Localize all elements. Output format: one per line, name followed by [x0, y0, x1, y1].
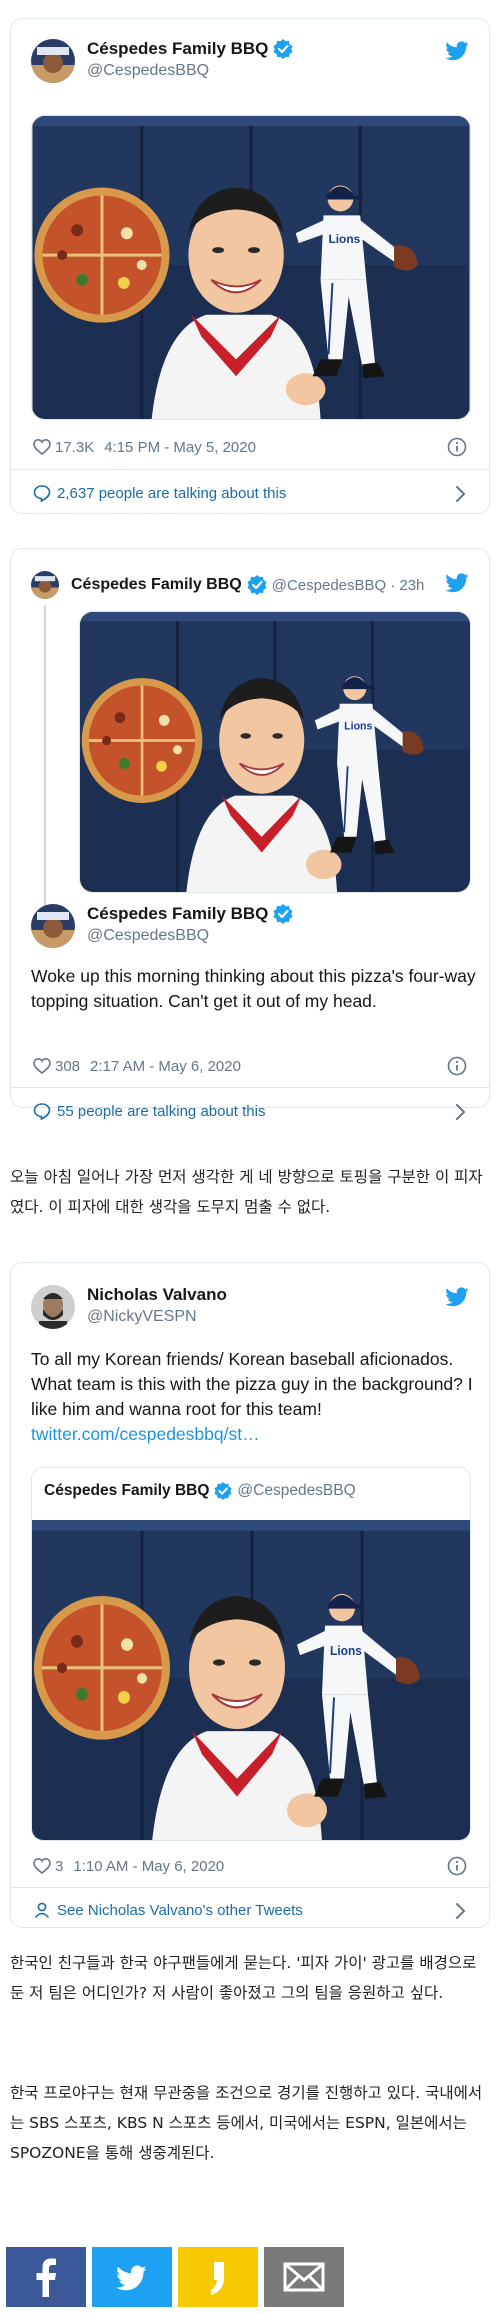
conversation-link[interactable]: 2,637 people are talking about this — [33, 484, 286, 502]
parent-tweet-header: Céspedes Family BBQ @CespedesBBQ · 23h — [31, 571, 424, 599]
quote-mark-icon — [178, 2247, 258, 2307]
tweet-card-2[interactable]: Céspedes Family BBQ @CespedesBBQ · 23h C… — [10, 548, 490, 1120]
quoted-tweet-photo[interactable] — [32, 1520, 470, 1840]
envelope-icon — [264, 2247, 344, 2307]
heart-icon[interactable] — [33, 1057, 51, 1075]
author-handle[interactable]: @CespedesBBQ — [87, 927, 293, 945]
quoted-tweet-header: Céspedes Family BBQ @CespedesBBQ — [44, 1482, 356, 1500]
email-share-button[interactable] — [264, 2247, 344, 2307]
tweet-photo[interactable] — [31, 115, 471, 420]
tweet-body: To all my Korean friends/ Korean basebal… — [31, 1349, 473, 1419]
speech-bubble-icon — [33, 1103, 51, 1120]
verified-badge-icon — [246, 575, 267, 595]
tweet-header: Céspedes Family BBQ @CespedesBBQ — [31, 904, 294, 948]
divider — [11, 1887, 489, 1888]
twitter-share-button[interactable] — [92, 2247, 172, 2307]
quoted-author-name[interactable]: Céspedes Family BBQ — [44, 1482, 209, 1500]
twitter-icon — [92, 2247, 172, 2307]
article-paragraph-1: 오늘 아침 일어나 가장 먼저 생각한 게 네 방향으로 토핑을 구분한 이 피… — [10, 1168, 483, 1216]
see-more-tweets-link[interactable]: See Nicholas Valvano's other Tweets — [33, 1901, 303, 1919]
like-count: 17.3K — [55, 438, 95, 456]
author-handle[interactable]: @NickyVESPN — [87, 1308, 227, 1326]
tweet-card-3[interactable]: Nicholas Valvano @NickyVESPN To all my K… — [10, 1262, 490, 1928]
facebook-icon — [6, 2247, 86, 2307]
tweet-timestamp[interactable]: 2:17 AM - May 6, 2020 — [90, 1058, 241, 1075]
tweet-photo[interactable] — [79, 611, 471, 893]
like-count: 3 — [55, 1857, 64, 1875]
kakao-share-button[interactable] — [178, 2247, 258, 2307]
thread-line — [44, 605, 46, 925]
conversation-count: 55 people are talking about this — [57, 1102, 266, 1120]
author-name[interactable]: Céspedes Family BBQ — [87, 39, 268, 59]
verified-badge-icon — [273, 39, 294, 59]
conversation-link[interactable]: 55 people are talking about this — [33, 1102, 265, 1120]
tweet-card-1[interactable]: Céspedes Family BBQ @CespedesBBQ 17.3K 4… — [10, 18, 490, 514]
speech-bubble-icon — [33, 485, 51, 502]
article-paragraph-2: 한국인 친구들과 한국 야구팬들에게 묻는다. '피자 가이' 광고를 배경으로… — [10, 1954, 477, 2002]
chevron-right-icon[interactable] — [455, 1902, 467, 1920]
tweet-text: Woke up this morning thinking about this… — [31, 966, 476, 1011]
info-icon[interactable] — [447, 1056, 467, 1076]
like-count: 308 — [55, 1057, 81, 1075]
twitter-bird-icon[interactable] — [445, 41, 469, 61]
author-name[interactable]: Céspedes Family BBQ — [71, 576, 242, 594]
tweet-meta: 3 1:10 AM - May 6, 2020 — [33, 1857, 224, 1875]
divider — [11, 1087, 489, 1088]
author-name[interactable]: Nicholas Valvano — [87, 1285, 227, 1305]
tweet-timestamp[interactable]: 1:10 AM - May 6, 2020 — [73, 1858, 224, 1875]
twitter-bird-icon[interactable] — [445, 573, 469, 593]
article-paragraph-3: 한국 프로야구는 현재 무관중을 조건으로 경기를 진행하고 있다. 국내에서는… — [10, 2084, 483, 2162]
tweet-link[interactable]: twitter.com/cespedesbbq/st… — [31, 1424, 260, 1444]
divider — [11, 469, 489, 470]
tweet-meta: 17.3K 4:15 PM - May 5, 2020 — [33, 438, 256, 456]
author-name[interactable]: Céspedes Family BBQ — [87, 904, 268, 924]
conversation-count: 2,637 people are talking about this — [57, 484, 287, 502]
twitter-bird-icon[interactable] — [445, 1287, 469, 1307]
avatar[interactable] — [31, 571, 59, 599]
tweet-header: Céspedes Family BBQ @CespedesBBQ — [31, 39, 294, 83]
author-handle[interactable]: @CespedesBBQ — [272, 577, 386, 594]
heart-icon[interactable] — [33, 1857, 51, 1875]
info-icon[interactable] — [447, 437, 467, 457]
facebook-share-button[interactable] — [6, 2247, 86, 2307]
verified-badge-icon — [214, 1482, 233, 1500]
chevron-right-icon[interactable] — [455, 1103, 467, 1121]
info-icon[interactable] — [447, 1856, 467, 1876]
quoted-tweet[interactable]: Céspedes Family BBQ @CespedesBBQ — [31, 1467, 471, 1841]
tweet-meta: 308 2:17 AM - May 6, 2020 — [33, 1057, 241, 1075]
heart-icon[interactable] — [33, 438, 51, 456]
tweet-header: Nicholas Valvano @NickyVESPN — [31, 1285, 227, 1329]
tweet-age[interactable]: · 23h — [390, 577, 424, 594]
see-more-label: See Nicholas Valvano's other Tweets — [57, 1901, 303, 1919]
tweet-text: To all my Korean friends/ Korean basebal… — [31, 1347, 476, 1447]
chevron-right-icon[interactable] — [455, 485, 467, 503]
quoted-author-handle[interactable]: @CespedesBBQ — [237, 1482, 355, 1500]
verified-badge-icon — [273, 904, 294, 924]
author-handle[interactable]: @CespedesBBQ — [87, 62, 293, 80]
avatar[interactable] — [31, 39, 75, 83]
tweet-timestamp[interactable]: 4:15 PM - May 5, 2020 — [104, 439, 256, 456]
avatar[interactable] — [31, 1285, 75, 1329]
avatar[interactable] — [31, 904, 75, 948]
user-icon — [34, 1902, 50, 1919]
